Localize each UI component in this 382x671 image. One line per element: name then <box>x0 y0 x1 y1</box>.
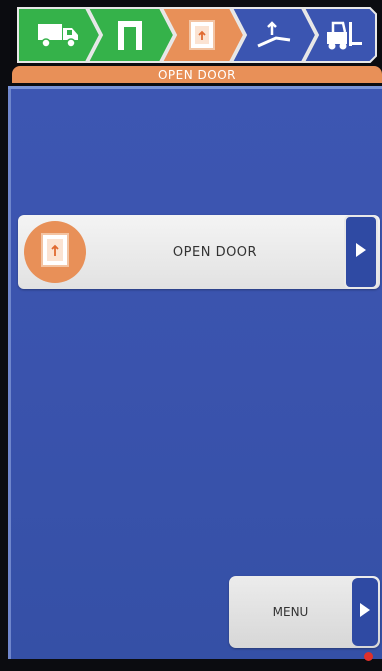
menu-label: MENU <box>272 605 309 619</box>
menu-button[interactable]: MENU <box>229 576 380 648</box>
open-door-label: OPEN DOOR <box>172 244 258 260</box>
status-led <box>364 652 373 661</box>
door-icon <box>39 231 71 273</box>
open-door-arrow[interactable] <box>344 215 378 289</box>
page-title: OPEN DOOR <box>12 66 382 83</box>
truck-icon <box>28 6 88 64</box>
menu-arrow[interactable] <box>352 578 378 646</box>
forklift-icon <box>314 6 374 64</box>
leveler-icon <box>244 6 304 64</box>
step-progress-bar <box>14 6 378 64</box>
open-door-button[interactable]: OPEN DOOR <box>18 215 380 289</box>
doorframe-icon <box>100 6 160 64</box>
play-arrow-icon <box>354 241 368 263</box>
door-badge <box>24 221 86 283</box>
main-panel: OPEN DOOR MENU <box>8 86 382 659</box>
door-icon <box>172 6 232 64</box>
play-arrow-icon <box>358 601 372 623</box>
